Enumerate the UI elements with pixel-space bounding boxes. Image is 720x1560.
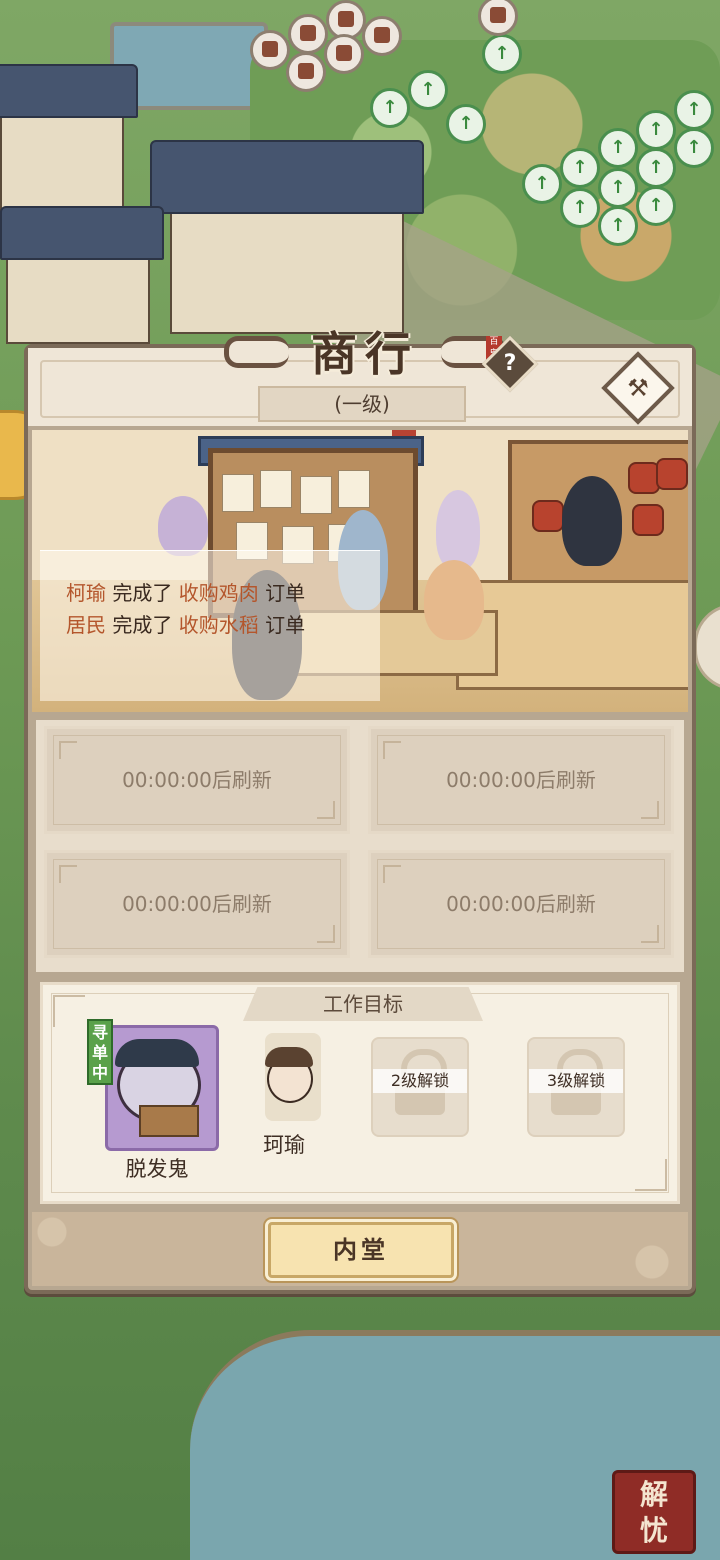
panel-title: 商行 — [311, 327, 419, 381]
news-actor: 柯瑜 — [66, 581, 106, 605]
customer — [424, 560, 484, 640]
upgrade-button[interactable]: ⚒ — [601, 351, 675, 425]
refresh-timer: 00:00:00后刷新 — [446, 892, 596, 916]
order-news-feed: 柯瑜 完成了 收购鸡肉 订单 居民 完成了 收购水稻 订单 — [40, 550, 380, 701]
wood-resource-icon[interactable] — [250, 30, 290, 70]
harvest-leaf-icon[interactable]: ↑ — [598, 128, 638, 168]
worker-hair — [265, 1047, 313, 1067]
order-slot[interactable]: 00:00:00后刷新 — [368, 726, 674, 834]
harvest-leaf-icon[interactable]: ↑ — [598, 206, 638, 246]
harvest-leaf-icon[interactable]: ↑ — [674, 90, 714, 130]
shop-scene-illustration: 柯瑜 完成了 收购鸡肉 订单 居民 完成了 收购水稻 订单 — [32, 430, 688, 712]
work-goals-section: 工作目标 寻单中 脱发鬼 珂瑜 2级解锁 3级解锁 — [40, 982, 680, 1204]
unlock-requirement: 3级解锁 — [529, 1069, 623, 1093]
news-order: 收购水稻 — [178, 613, 259, 637]
notice-paper — [338, 470, 370, 508]
building-roof — [0, 64, 138, 118]
refresh-timer: 00:00:00后刷新 — [122, 768, 272, 792]
goals-ornament — [53, 995, 85, 1027]
harvest-leaf-icon[interactable]: ↑ — [522, 164, 562, 204]
harvest-leaf-icon[interactable]: ↑ — [636, 186, 676, 226]
inner-hall-button[interactable]: 内堂 — [268, 1222, 454, 1278]
wood-resource-icon[interactable] — [324, 34, 364, 74]
wood-resource-icon[interactable] — [288, 14, 328, 54]
worker-books — [139, 1105, 199, 1137]
building-roof — [0, 206, 164, 260]
harvest-leaf-icon[interactable]: ↑ — [560, 188, 600, 228]
news-verb: 完成了 — [112, 581, 173, 605]
notice-paper — [222, 474, 254, 512]
wood-resource-icon[interactable] — [286, 52, 326, 92]
harvest-leaf-icon[interactable]: ↑ — [482, 34, 522, 74]
notice-paper — [300, 476, 332, 514]
order-slot[interactable]: 00:00:00后刷新 — [44, 726, 350, 834]
harvest-leaf-icon[interactable]: ↑ — [636, 110, 676, 150]
ghost-figure — [158, 496, 208, 556]
unlock-requirement: 2级解锁 — [373, 1069, 467, 1093]
harvest-leaf-icon[interactable]: ↑ — [636, 148, 676, 188]
panel-footer: 内堂 — [32, 1212, 688, 1286]
harvest-leaf-icon[interactable]: ↑ — [560, 148, 600, 188]
question-icon: ? — [503, 351, 517, 376]
seal-char-1: 解 — [639, 1478, 668, 1511]
news-suffix: 订单 — [265, 613, 306, 637]
harvest-leaf-icon[interactable]: ↑ — [446, 104, 486, 144]
wine-jar — [532, 500, 564, 532]
harvest-leaf-icon[interactable]: ↑ — [408, 70, 448, 110]
news-item: 居民 完成了 收购水稻 订单 — [66, 609, 305, 638]
notice-paper — [260, 470, 292, 508]
order-slot[interactable]: 00:00:00后刷新 — [44, 850, 350, 958]
worker-portrait-frame — [265, 1033, 321, 1121]
wine-jar — [632, 504, 664, 536]
building-roof — [150, 140, 424, 214]
wood-resource-icon[interactable] — [362, 16, 402, 56]
news-order: 收购鸡肉 — [178, 581, 259, 605]
order-slot[interactable]: 00:00:00后刷新 — [368, 850, 674, 958]
goals-ornament — [635, 1159, 667, 1191]
level-label: (一级) — [258, 386, 466, 422]
worker-card[interactable]: 寻单中 脱发鬼 — [87, 1017, 227, 1181]
seal-char-2: 忧 — [639, 1514, 668, 1547]
worker-hat — [115, 1039, 199, 1067]
news-suffix: 订单 — [265, 581, 306, 605]
news-actor: 居民 — [66, 613, 106, 637]
worker-name: 珂瑜 — [263, 1133, 305, 1157]
worker-card-partial[interactable]: 珂瑜 — [263, 1029, 329, 1157]
news-item: 柯瑜 完成了 收购鸡肉 订单 — [66, 577, 305, 606]
harvest-leaf-icon[interactable]: ↑ — [370, 88, 410, 128]
news-verb: 完成了 — [112, 613, 173, 637]
title-plate: 商行 百鬼 — [224, 318, 506, 388]
shopkeeper — [562, 476, 622, 566]
relief-seal-button[interactable]: 解 忧 — [612, 1470, 696, 1554]
harvest-leaf-icon[interactable]: ↑ — [598, 168, 638, 208]
refresh-timer: 00:00:00后刷新 — [446, 768, 596, 792]
worker-name: 脱发鬼 — [125, 1157, 189, 1181]
order-slots: 00:00:00后刷新 00:00:00后刷新 00:00:00后刷新 00:0… — [36, 720, 684, 972]
harvest-leaf-icon[interactable]: ↑ — [674, 128, 714, 168]
trading-house-panel: (一级) ⚒ 商行 百鬼 ? — [24, 327, 696, 1294]
refresh-timer: 00:00:00后刷新 — [122, 892, 272, 916]
locked-slot[interactable]: 2级解锁 — [371, 1037, 469, 1137]
wine-jar — [656, 458, 688, 490]
worker-status-tag: 寻单中 — [87, 1019, 113, 1085]
work-goals-title: 工作目标 — [243, 987, 483, 1021]
customer — [436, 490, 480, 570]
hammer-icon: ⚒ — [627, 374, 649, 402]
locked-slot[interactable]: 3级解锁 — [527, 1037, 625, 1137]
